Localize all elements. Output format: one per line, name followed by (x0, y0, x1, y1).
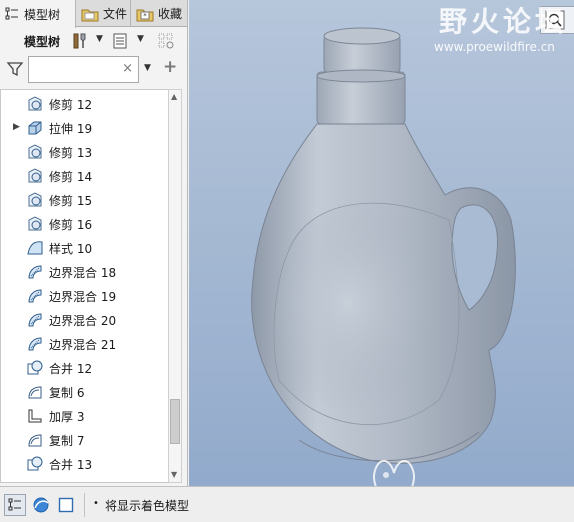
tools-icon[interactable] (70, 31, 90, 51)
status-bar: • 将显示着色模型 (0, 486, 574, 522)
clear-icon[interactable]: × (122, 61, 133, 76)
tree-item[interactable]: 修剪 12 (1, 92, 168, 116)
tree-item-label: 边界混合 21 (49, 338, 117, 352)
tree-item[interactable]: 加厚 3 (1, 404, 168, 428)
status-message: 将显示着色模型 (105, 499, 190, 513)
model-tree: 修剪 12 ▶ 拉伸 19 修剪 13 修剪 14 修剪 15 修剪 16 样式 10 边界混合… (0, 89, 168, 483)
model-tree-toolbar: 模型树 ▼ ▼ (0, 28, 188, 54)
copy-icon (26, 383, 44, 401)
tree-item-label: 修剪 14 (49, 170, 93, 184)
trim-icon (26, 215, 44, 233)
graphics-viewport[interactable]: 野火论坛 www.proewildfire.cn (189, 0, 574, 486)
tree-item-label: 修剪 13 (49, 146, 93, 160)
tab-model-tree[interactable]: 模型树 (0, 0, 76, 28)
copy-icon (26, 431, 44, 449)
navigator-tabs: 模型树 文件 * 收藏 (0, 0, 188, 28)
tree-item-label: 合并 13 (49, 458, 93, 472)
tree-item-label: 复制 7 (49, 434, 85, 448)
chevron-down-icon[interactable]: ▼ (137, 34, 144, 44)
search-input[interactable] (33, 61, 121, 79)
trim-icon (26, 167, 44, 185)
tree-item-label: 边界混合 18 (49, 266, 117, 280)
model-tree-toggle-icon[interactable] (4, 494, 26, 516)
svg-text:*: * (143, 12, 147, 20)
tab-label: 模型树 (24, 7, 61, 22)
tab-files[interactable]: 文件 (77, 0, 131, 27)
tree-item[interactable]: 合并 12 (1, 356, 168, 380)
bottle-model[interactable] (229, 20, 529, 470)
scrollbar-thumb[interactable] (170, 399, 180, 444)
boundary-blend-icon (26, 335, 44, 353)
vertical-scrollbar[interactable]: ▲ ▼ (168, 89, 182, 483)
favorites-icon: * (136, 9, 154, 21)
tree-item-label: 样式 10 (49, 242, 93, 256)
tree-item[interactable]: 样式 10 (1, 236, 168, 260)
tree-item[interactable]: 边界混合 19 (1, 284, 168, 308)
tree-item-label: 修剪 16 (49, 218, 93, 232)
add-icon[interactable]: + (163, 57, 177, 77)
extrude-icon (26, 119, 44, 137)
boundary-blend-icon (26, 263, 44, 281)
tree-item[interactable]: 复制 7 (1, 428, 168, 452)
watermark-url: www.proewildfire.cn (434, 40, 555, 54)
watermark-title: 野火论坛 (439, 5, 568, 38)
thicken-icon (26, 407, 44, 425)
merge-icon (26, 359, 44, 377)
tree-item[interactable]: 修剪 13 (1, 140, 168, 164)
tree-item[interactable]: 修剪 15 (1, 188, 168, 212)
tree-item-label: 修剪 15 (49, 194, 93, 208)
browser-icon[interactable] (30, 494, 52, 516)
boundary-blend-icon (26, 287, 44, 305)
tree-item[interactable]: 边界混合 20 (1, 308, 168, 332)
trim-icon (26, 95, 44, 113)
filter-bar: × ▼ + (0, 54, 188, 84)
settings-tree-icon[interactable] (156, 31, 176, 51)
tree-item-label: 拉伸 19 (49, 122, 93, 136)
trim-icon (26, 143, 44, 161)
tab-favorites[interactable]: * 收藏 (132, 0, 188, 27)
full-screen-icon[interactable] (55, 494, 77, 516)
tree-item-label: 复制 6 (49, 386, 85, 400)
tree-item[interactable]: 修剪 14 (1, 164, 168, 188)
toolbar-title: 模型树 (24, 35, 61, 49)
chevron-down-icon[interactable]: ▼ (144, 63, 151, 73)
tree-item-label: 边界混合 20 (49, 314, 117, 328)
show-icon[interactable] (110, 31, 130, 51)
tree-item[interactable]: 合并 13 (1, 452, 168, 476)
folder-icon (81, 9, 99, 21)
chevron-down-icon[interactable]: ▼ (96, 34, 103, 44)
tree-item-label: 加厚 3 (49, 410, 85, 424)
model-tree-icon (5, 7, 18, 20)
watermark-logo (364, 455, 415, 486)
status-bullet: • (93, 498, 99, 509)
tab-label: 收藏 (158, 7, 183, 21)
app-window: 模型树 文件 * 收藏 模型树 ▼ ▼ × ▼ + 修剪 12 ▶ 拉伸 19 … (0, 0, 574, 522)
search-field[interactable]: × (28, 56, 139, 83)
tree-item-label: 边界混合 19 (49, 290, 117, 304)
tree-item[interactable]: 修剪 16 (1, 212, 168, 236)
boundary-blend-icon (26, 311, 44, 329)
tree-item-label: 修剪 12 (49, 98, 93, 112)
navigator-panel: 模型树 文件 * 收藏 模型树 ▼ ▼ × ▼ + 修剪 12 ▶ 拉伸 19 … (0, 0, 188, 486)
style-icon (26, 239, 44, 257)
tree-item[interactable]: 边界混合 18 (1, 260, 168, 284)
expand-icon[interactable]: ▶ (13, 122, 20, 132)
tree-item[interactable]: 复制 6 (1, 380, 168, 404)
trim-icon (26, 191, 44, 209)
filter-icon[interactable] (6, 60, 24, 78)
tree-item[interactable]: 边界混合 21 (1, 332, 168, 356)
merge-icon (26, 455, 44, 473)
scroll-down-icon[interactable]: ▼ (171, 470, 177, 479)
tree-item-label: 合并 12 (49, 362, 93, 376)
scroll-up-icon[interactable]: ▲ (171, 92, 177, 101)
tab-label: 文件 (103, 7, 128, 21)
status-divider (84, 493, 85, 517)
tree-item[interactable]: ▶ 拉伸 19 (1, 116, 168, 140)
